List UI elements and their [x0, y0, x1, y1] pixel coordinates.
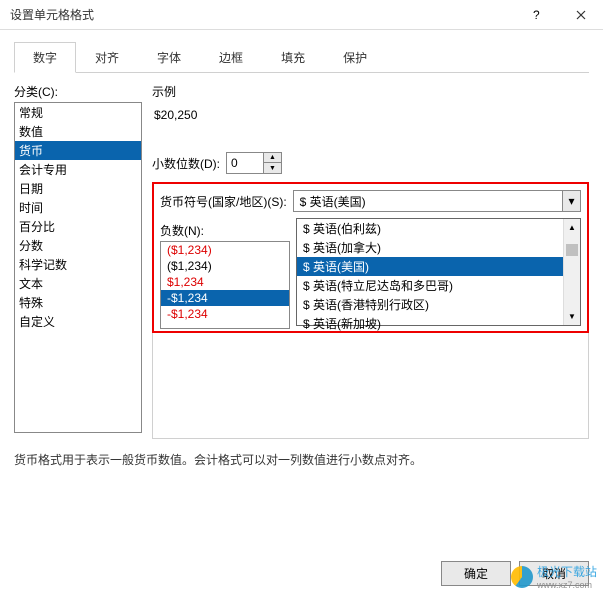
negative-option[interactable]: -$1,234 — [161, 290, 289, 306]
category-item[interactable]: 百分比 — [15, 217, 141, 236]
close-button[interactable] — [558, 0, 603, 30]
tab-align[interactable]: 对齐 — [76, 42, 138, 72]
decimals-input[interactable] — [227, 154, 263, 172]
tab-number[interactable]: 数字 — [14, 42, 76, 73]
negative-option[interactable]: -$1,234 — [161, 306, 289, 322]
currency-symbol-value: $ 英语(美国) — [294, 191, 562, 212]
tab-border[interactable]: 边框 — [200, 42, 262, 72]
category-item[interactable]: 文本 — [15, 274, 141, 293]
negatives-label: 负数(N): — [160, 222, 290, 239]
spinner-up-icon[interactable]: ▲ — [264, 153, 281, 163]
scroll-down-icon[interactable]: ▼ — [564, 308, 580, 325]
tab-protect[interactable]: 保护 — [324, 42, 386, 72]
category-item[interactable]: 会计专用 — [15, 160, 141, 179]
category-item[interactable]: 分数 — [15, 236, 141, 255]
chevron-down-icon[interactable]: ▾ — [562, 191, 580, 211]
negative-option[interactable]: ($1,234) — [161, 258, 289, 274]
svg-text:?: ? — [533, 10, 540, 20]
decimals-spinner[interactable]: ▲ ▼ — [226, 152, 282, 174]
tab-fill[interactable]: 填充 — [262, 42, 324, 72]
category-item[interactable]: 货币 — [15, 141, 141, 160]
dropdown-item[interactable]: $ 英语(伯利兹) — [297, 219, 580, 238]
category-item[interactable]: 特殊 — [15, 293, 141, 312]
help-button[interactable]: ? — [513, 0, 558, 30]
description-text: 货币格式用于表示一般货币数值。会计格式可以对一列数值进行小数点对齐。 — [14, 451, 589, 468]
sample-box: $20,250 — [152, 104, 589, 144]
category-list[interactable]: 常规 数值 货币 会计专用 日期 时间 百分比 分数 科学记数 文本 特殊 自定… — [14, 102, 142, 433]
category-item[interactable]: 时间 — [15, 198, 141, 217]
negative-option[interactable]: $1,234 — [161, 274, 289, 290]
sample-value: $20,250 — [154, 108, 587, 122]
decimals-label: 小数位数(D): — [152, 155, 220, 172]
cancel-button[interactable]: 取消 — [519, 561, 589, 586]
category-item[interactable]: 常规 — [15, 103, 141, 122]
dropdown-item[interactable]: $ 英语(美国) — [297, 257, 580, 276]
negatives-list[interactable]: ($1,234) ($1,234) $1,234 -$1,234 -$1,234 — [160, 241, 290, 329]
tab-bar: 数字 对齐 字体 边框 填充 保护 — [14, 42, 589, 73]
dropdown-item[interactable]: $ 英语(加拿大) — [297, 238, 580, 257]
currency-symbol-select[interactable]: $ 英语(美国) ▾ — [293, 190, 581, 212]
negative-option[interactable]: ($1,234) — [161, 242, 289, 258]
sample-label: 示例 — [152, 83, 589, 100]
currency-dropdown-popup[interactable]: $ 英语(伯利兹) $ 英语(加拿大) $ 英语(美国) $ 英语(特立尼达岛和… — [296, 218, 581, 326]
dropdown-scrollbar[interactable]: ▲ ▼ — [563, 219, 580, 325]
window-title: 设置单元格格式 — [10, 6, 513, 23]
dropdown-item[interactable]: $ 英语(新加坡) — [297, 314, 580, 333]
scroll-thumb[interactable] — [566, 244, 578, 256]
scroll-up-icon[interactable]: ▲ — [564, 219, 580, 236]
category-item[interactable]: 日期 — [15, 179, 141, 198]
dropdown-item[interactable]: $ 英语(特立尼达岛和多巴哥) — [297, 276, 580, 295]
dropdown-item[interactable]: $ 英语(香港特别行政区) — [297, 295, 580, 314]
symbol-label: 货币符号(国家/地区)(S): — [160, 193, 287, 210]
category-label: 分类(C): — [14, 83, 142, 100]
scroll-track[interactable] — [564, 236, 580, 308]
ok-button[interactable]: 确定 — [441, 561, 511, 586]
spinner-down-icon[interactable]: ▼ — [264, 163, 281, 173]
category-item[interactable]: 数值 — [15, 122, 141, 141]
tab-font[interactable]: 字体 — [138, 42, 200, 72]
category-item[interactable]: 科学记数 — [15, 255, 141, 274]
category-item[interactable]: 自定义 — [15, 312, 141, 331]
